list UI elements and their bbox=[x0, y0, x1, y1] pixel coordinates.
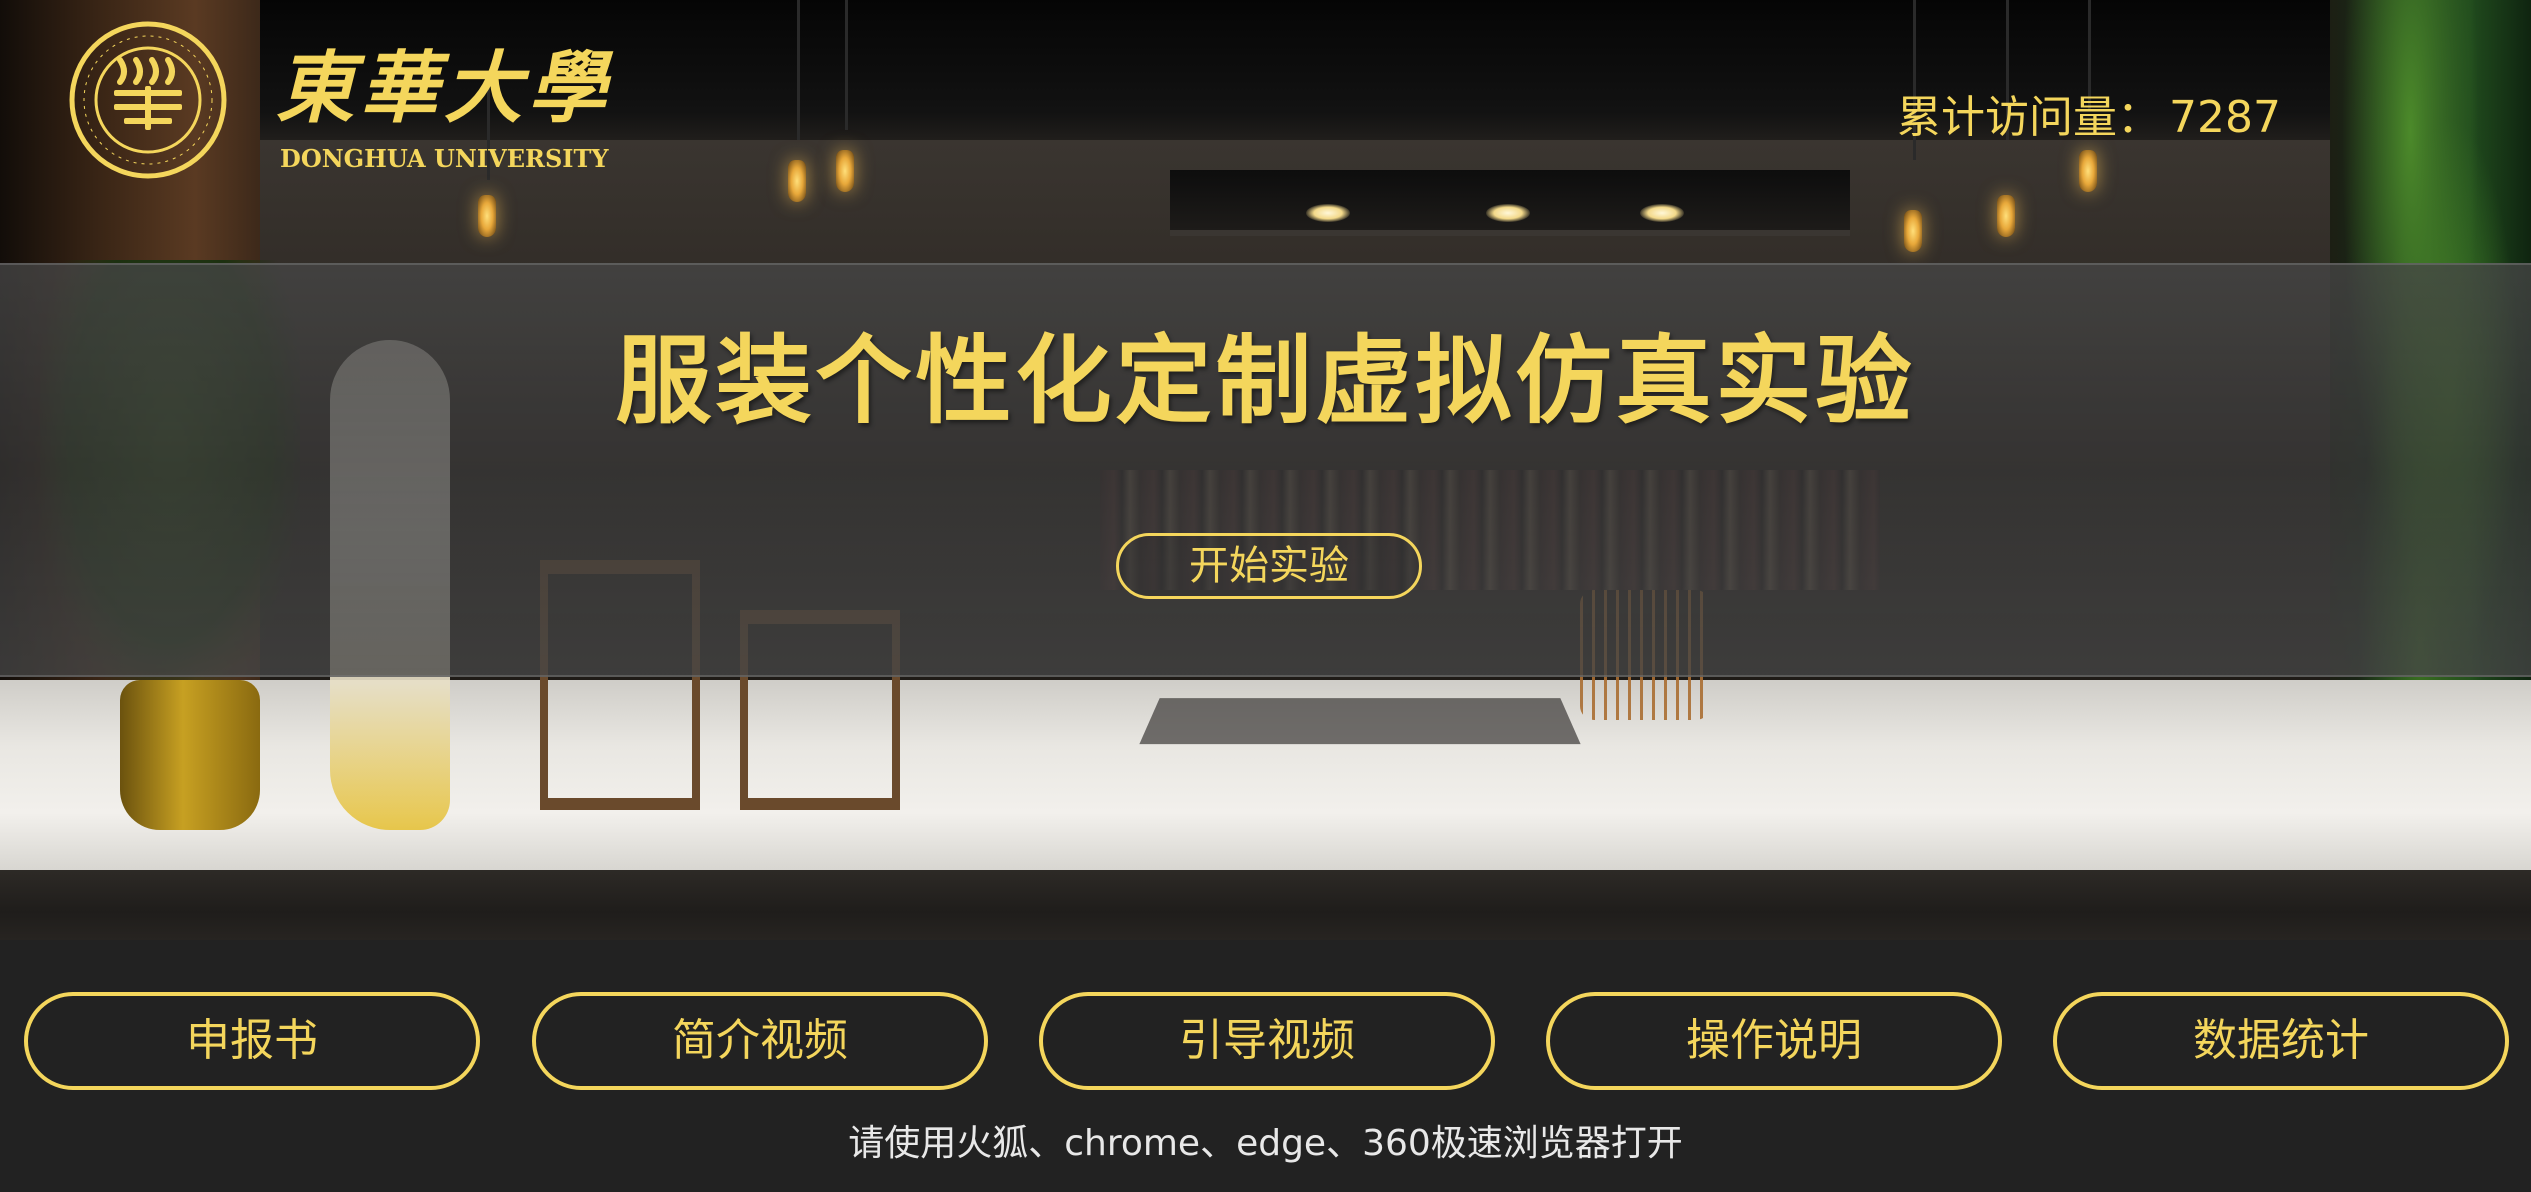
intro-video-button[interactable]: 简介视频 bbox=[532, 992, 988, 1090]
pendant-bulb bbox=[1997, 195, 2015, 237]
pendant-bulb bbox=[2079, 150, 2097, 192]
visit-counter: 累计访问量： 7287 bbox=[1897, 96, 2281, 140]
application-form-button[interactable]: 申报书 bbox=[24, 992, 480, 1090]
logo-name-english: DONGHUA UNIVERSITY bbox=[280, 144, 609, 173]
guide-video-button[interactable]: 引导视频 bbox=[1039, 992, 1495, 1090]
logo-name-chinese: 東華大學 bbox=[276, 43, 613, 134]
instructions-button[interactable]: 操作说明 bbox=[1546, 992, 2002, 1090]
ceiling-light bbox=[1486, 204, 1530, 222]
scene-rug bbox=[1139, 698, 1581, 745]
donghua-university-seal-icon bbox=[69, 21, 227, 179]
visit-counter-label: 累计访问量： bbox=[1897, 92, 2162, 143]
scene-planter bbox=[120, 680, 260, 830]
page: 東華大學 DONGHUA UNIVERSITY 累计访问量： 7287 服装个性化… bbox=[0, 0, 2531, 1192]
statistics-button[interactable]: 数据统计 bbox=[2053, 992, 2509, 1090]
pendant-bulb bbox=[836, 150, 854, 192]
ceiling-light bbox=[1306, 204, 1350, 222]
ceiling-light bbox=[1640, 204, 1684, 222]
visit-counter-value: 7287 bbox=[2169, 92, 2281, 143]
title-band: 服装个性化定制虚拟仿真实验 开始实验 bbox=[0, 263, 2531, 677]
pendant-cord bbox=[797, 0, 800, 140]
scene-reflection bbox=[0, 870, 2531, 940]
university-logo: 東華大學 DONGHUA UNIVERSITY bbox=[68, 20, 609, 180]
browser-compatibility-note: 请使用火狐、chrome、edge、360极速浏览器打开 bbox=[848, 1123, 1683, 1164]
start-experiment-button[interactable]: 开始实验 bbox=[1116, 533, 1422, 599]
pendant-cord bbox=[845, 0, 848, 130]
pendant-bulb bbox=[1904, 210, 1922, 252]
bottom-nav: 申报书 简介视频 引导视频 操作说明 数据统计 请使用火狐、chrome、edg… bbox=[0, 940, 2531, 1192]
pendant-bulb bbox=[788, 160, 806, 202]
scene-shelf bbox=[1170, 170, 1850, 236]
pendant-bulb bbox=[478, 195, 496, 237]
page-title: 服装个性化定制虚拟仿真实验 bbox=[615, 325, 1916, 437]
